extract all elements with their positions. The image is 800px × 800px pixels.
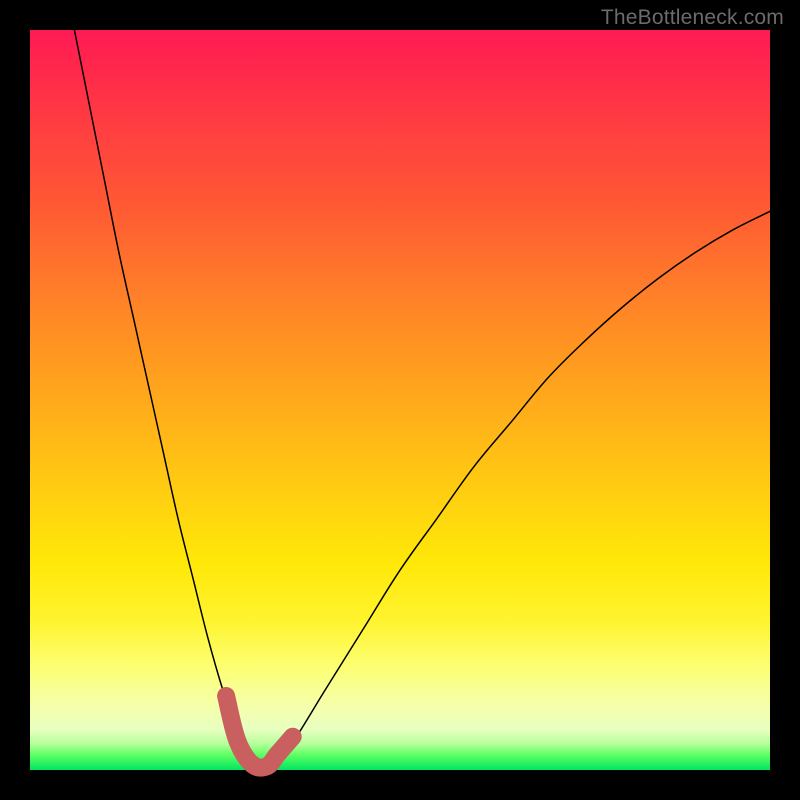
- watermark-text: TheBottleneck.com: [601, 6, 784, 30]
- plot-area: [30, 30, 770, 770]
- chart-frame: TheBottleneck.com: [0, 0, 800, 800]
- optimal-range-marker: [226, 696, 293, 768]
- curve-svg: [30, 30, 770, 770]
- bottleneck-curve: [74, 30, 770, 771]
